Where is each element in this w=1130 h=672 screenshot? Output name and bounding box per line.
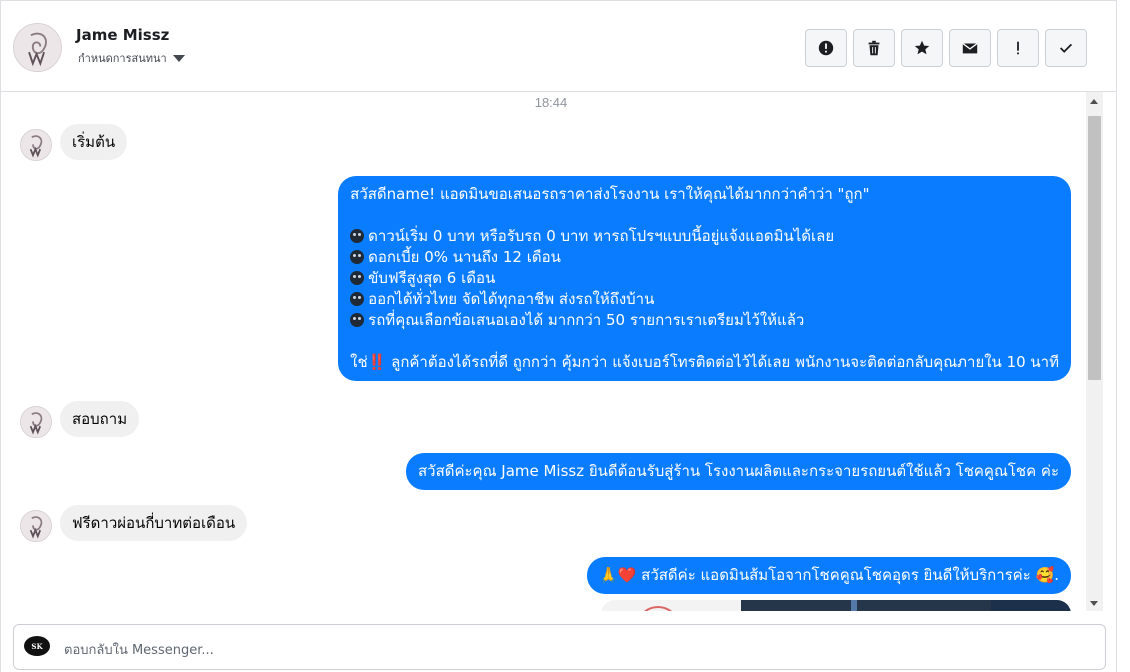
- page-logo-avatar: SK: [24, 636, 50, 656]
- car-emoji-icon: [350, 271, 365, 285]
- attachment-image-middle: [741, 600, 991, 611]
- exclamation-icon: [1017, 41, 1019, 55]
- car-emoji-icon: [350, 292, 365, 306]
- outgoing-message-bubble[interactable]: สวัสดีค่ะคุณ Jame Missz ยินดีต้อนรับสู่ร…: [405, 453, 1071, 490]
- scroll-down-arrow-icon[interactable]: [1090, 601, 1098, 606]
- message-thread[interactable]: 18:44 เริ่มต้น สวัสดีname! แอดมินขอเสนอร…: [1, 92, 1101, 611]
- message-line: สวัสดีค่ะคุณ Jame Missz ยินดีต้อนรับสู่ร…: [417, 462, 1059, 480]
- message-line: 🙏❤️ สวัสดีค่ะ แอดมินส้มโอจากโชคคูณโชคอุด…: [599, 566, 1059, 584]
- star-button[interactable]: [901, 29, 943, 67]
- reply-composer[interactable]: SK ตอบกลับใน Messenger...: [13, 624, 1106, 670]
- conversation-panel: Jame Missz กำหนดการสนทนา 18:44 เริ่มต้น …: [0, 0, 1117, 672]
- contact-avatar[interactable]: [13, 23, 62, 72]
- exclamation-circle-icon: [818, 40, 834, 56]
- follow-up-button[interactable]: [997, 29, 1039, 67]
- trash-icon: [868, 40, 880, 56]
- avatar-image: [14, 24, 61, 71]
- car-emoji-icon: [350, 313, 365, 327]
- caret-down-icon: [172, 54, 185, 62]
- incoming-message-bubble[interactable]: ฟรีดาวผ่อนกี่บาทต่อเดือน: [60, 505, 248, 541]
- contact-avatar-small: [20, 406, 52, 438]
- message-timestamp: 18:44: [534, 95, 568, 110]
- check-icon: [1059, 43, 1073, 53]
- delete-button[interactable]: [853, 29, 895, 67]
- thread-scrollbar[interactable]: [1086, 92, 1103, 611]
- scroll-up-arrow-icon[interactable]: [1090, 99, 1098, 104]
- scrollbar-thumb[interactable]: [1088, 116, 1101, 380]
- attachment-image-left: [601, 600, 741, 611]
- car-emoji-icon: [350, 229, 365, 243]
- image-attachment-preview[interactable]: [601, 600, 1071, 611]
- message-line: ขับฟรีสูงสุด 6 เดือน: [350, 268, 1059, 289]
- contact-name[interactable]: Jame Missz: [76, 26, 169, 44]
- message-line: ออกได้ทั่วไทย จัดได้ทุกอาชีพ ส่งรถให้ถึง…: [350, 289, 1059, 310]
- incoming-message-bubble[interactable]: สอบถาม: [60, 401, 140, 437]
- star-icon: [914, 40, 930, 55]
- message-line: รถที่คุณเลือกข้อเสนอเองได้ มากกว่า 50 รา…: [350, 310, 1059, 331]
- mark-spam-button[interactable]: [805, 29, 847, 67]
- contact-avatar-small: [20, 129, 52, 161]
- car-emoji-icon: [350, 250, 365, 264]
- outgoing-message-bubble[interactable]: สวัสดีname! แอดมินขอเสนอรถราคาส่งโรงงาน …: [338, 176, 1071, 381]
- message-line: สวัสดีname! แอดมินขอเสนอรถราคาส่งโรงงาน …: [350, 185, 870, 203]
- message-line: ดอกเบี้ย 0% นานถึง 12 เดือน: [350, 247, 1059, 268]
- incoming-message-bubble[interactable]: เริ่มต้น: [60, 124, 128, 160]
- conversation-schedule-label: กำหนดการสนทนา: [78, 52, 167, 65]
- header-actions: [805, 29, 1087, 67]
- conversation-schedule-dropdown[interactable]: กำหนดการสนทนา: [78, 49, 185, 67]
- attachment-image-right: [991, 600, 1071, 611]
- message-line: ใช่‼️ ลูกค้าต้องได้รถที่ดี ถูกกว่า คุ้มก…: [350, 353, 1059, 371]
- outgoing-message-bubble[interactable]: 🙏❤️ สวัสดีค่ะ แอดมินส้มโอจากโชคคูณโชคอุด…: [587, 557, 1071, 594]
- contact-avatar-small: [20, 510, 52, 542]
- conversation-header: Jame Missz กำหนดการสนทนา: [1, 0, 1117, 92]
- reply-input[interactable]: ตอบกลับใน Messenger...: [64, 639, 214, 660]
- mark-done-button[interactable]: [1045, 29, 1087, 67]
- envelope-icon: [962, 42, 978, 54]
- message-line: ดาวน์เริ่ม 0 บาท หรือรับรถ 0 บาท หารถโปร…: [350, 226, 1059, 247]
- mark-unread-button[interactable]: [949, 29, 991, 67]
